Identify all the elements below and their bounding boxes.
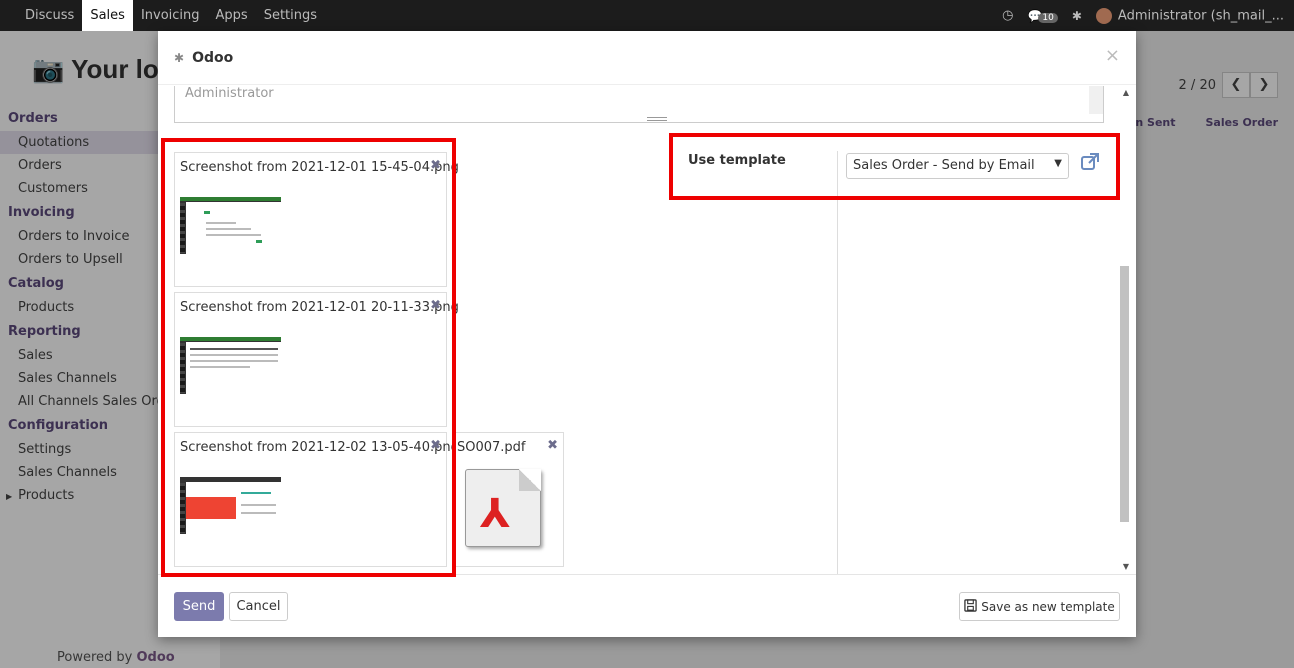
modal-title: Odoo bbox=[192, 49, 234, 66]
main-menu: Discuss Sales Invoicing Apps Settings bbox=[17, 0, 325, 31]
cancel-button[interactable]: Cancel bbox=[229, 592, 288, 621]
save-template-label: Save as new template bbox=[981, 599, 1115, 614]
modal-footer: Send Cancel Save as new template bbox=[158, 574, 1136, 637]
pdf-corner bbox=[519, 469, 541, 491]
resize-handle-icon[interactable] bbox=[647, 117, 667, 121]
menu-sales[interactable]: Sales bbox=[82, 0, 133, 31]
highlight-frame-attachments bbox=[161, 138, 456, 577]
modal-scrollbar[interactable]: ▲ ▼ bbox=[1120, 86, 1134, 574]
debug-icon[interactable]: ✱ bbox=[1072, 9, 1082, 23]
activity-icon[interactable]: ◷ bbox=[1002, 8, 1013, 23]
messages-icon[interactable]: 💬10 bbox=[1027, 9, 1058, 23]
systray: ◷ 💬10 ✱ Administrator (sh_mail_... bbox=[1002, 7, 1294, 24]
attachment-item-pdf[interactable]: SO007.pdf ✖ ⅄ bbox=[452, 432, 564, 567]
delete-attachment-icon[interactable]: ✖ bbox=[547, 438, 558, 453]
textarea-scrollbar[interactable] bbox=[1089, 86, 1103, 114]
send-button[interactable]: Send bbox=[174, 592, 224, 621]
attachment-name[interactable]: SO007.pdf bbox=[457, 440, 526, 455]
user-name: Administrator (sh_mail_... bbox=[1117, 8, 1284, 23]
user-menu[interactable]: Administrator (sh_mail_... bbox=[1095, 7, 1284, 24]
top-navbar: Discuss Sales Invoicing Apps Settings ◷ … bbox=[0, 0, 1294, 31]
menu-settings[interactable]: Settings bbox=[256, 0, 325, 31]
highlight-frame-template bbox=[669, 133, 1120, 200]
body-textarea[interactable]: Administrator bbox=[174, 86, 1104, 123]
menu-apps[interactable]: Apps bbox=[208, 0, 256, 31]
bug-icon: ✱ bbox=[174, 50, 185, 65]
column-divider bbox=[837, 151, 838, 574]
acrobat-icon: ⅄ bbox=[480, 490, 511, 537]
modal-header: ✱ Odoo × bbox=[158, 31, 1136, 85]
message-count-badge: 10 bbox=[1038, 12, 1058, 23]
avatar bbox=[1095, 7, 1112, 24]
scroll-down-icon[interactable]: ▼ bbox=[1123, 562, 1129, 571]
menu-invoicing[interactable]: Invoicing bbox=[133, 0, 208, 31]
floppy-disk-icon bbox=[964, 598, 977, 615]
scroll-up-icon[interactable]: ▲ bbox=[1123, 88, 1129, 97]
close-icon[interactable]: × bbox=[1105, 45, 1120, 66]
menu-discuss[interactable]: Discuss bbox=[17, 0, 82, 31]
scroll-thumb[interactable] bbox=[1120, 266, 1129, 522]
pdf-file-icon[interactable]: ⅄ bbox=[465, 469, 541, 547]
save-as-template-button[interactable]: Save as new template bbox=[959, 592, 1120, 621]
body-text: Administrator bbox=[185, 86, 274, 101]
